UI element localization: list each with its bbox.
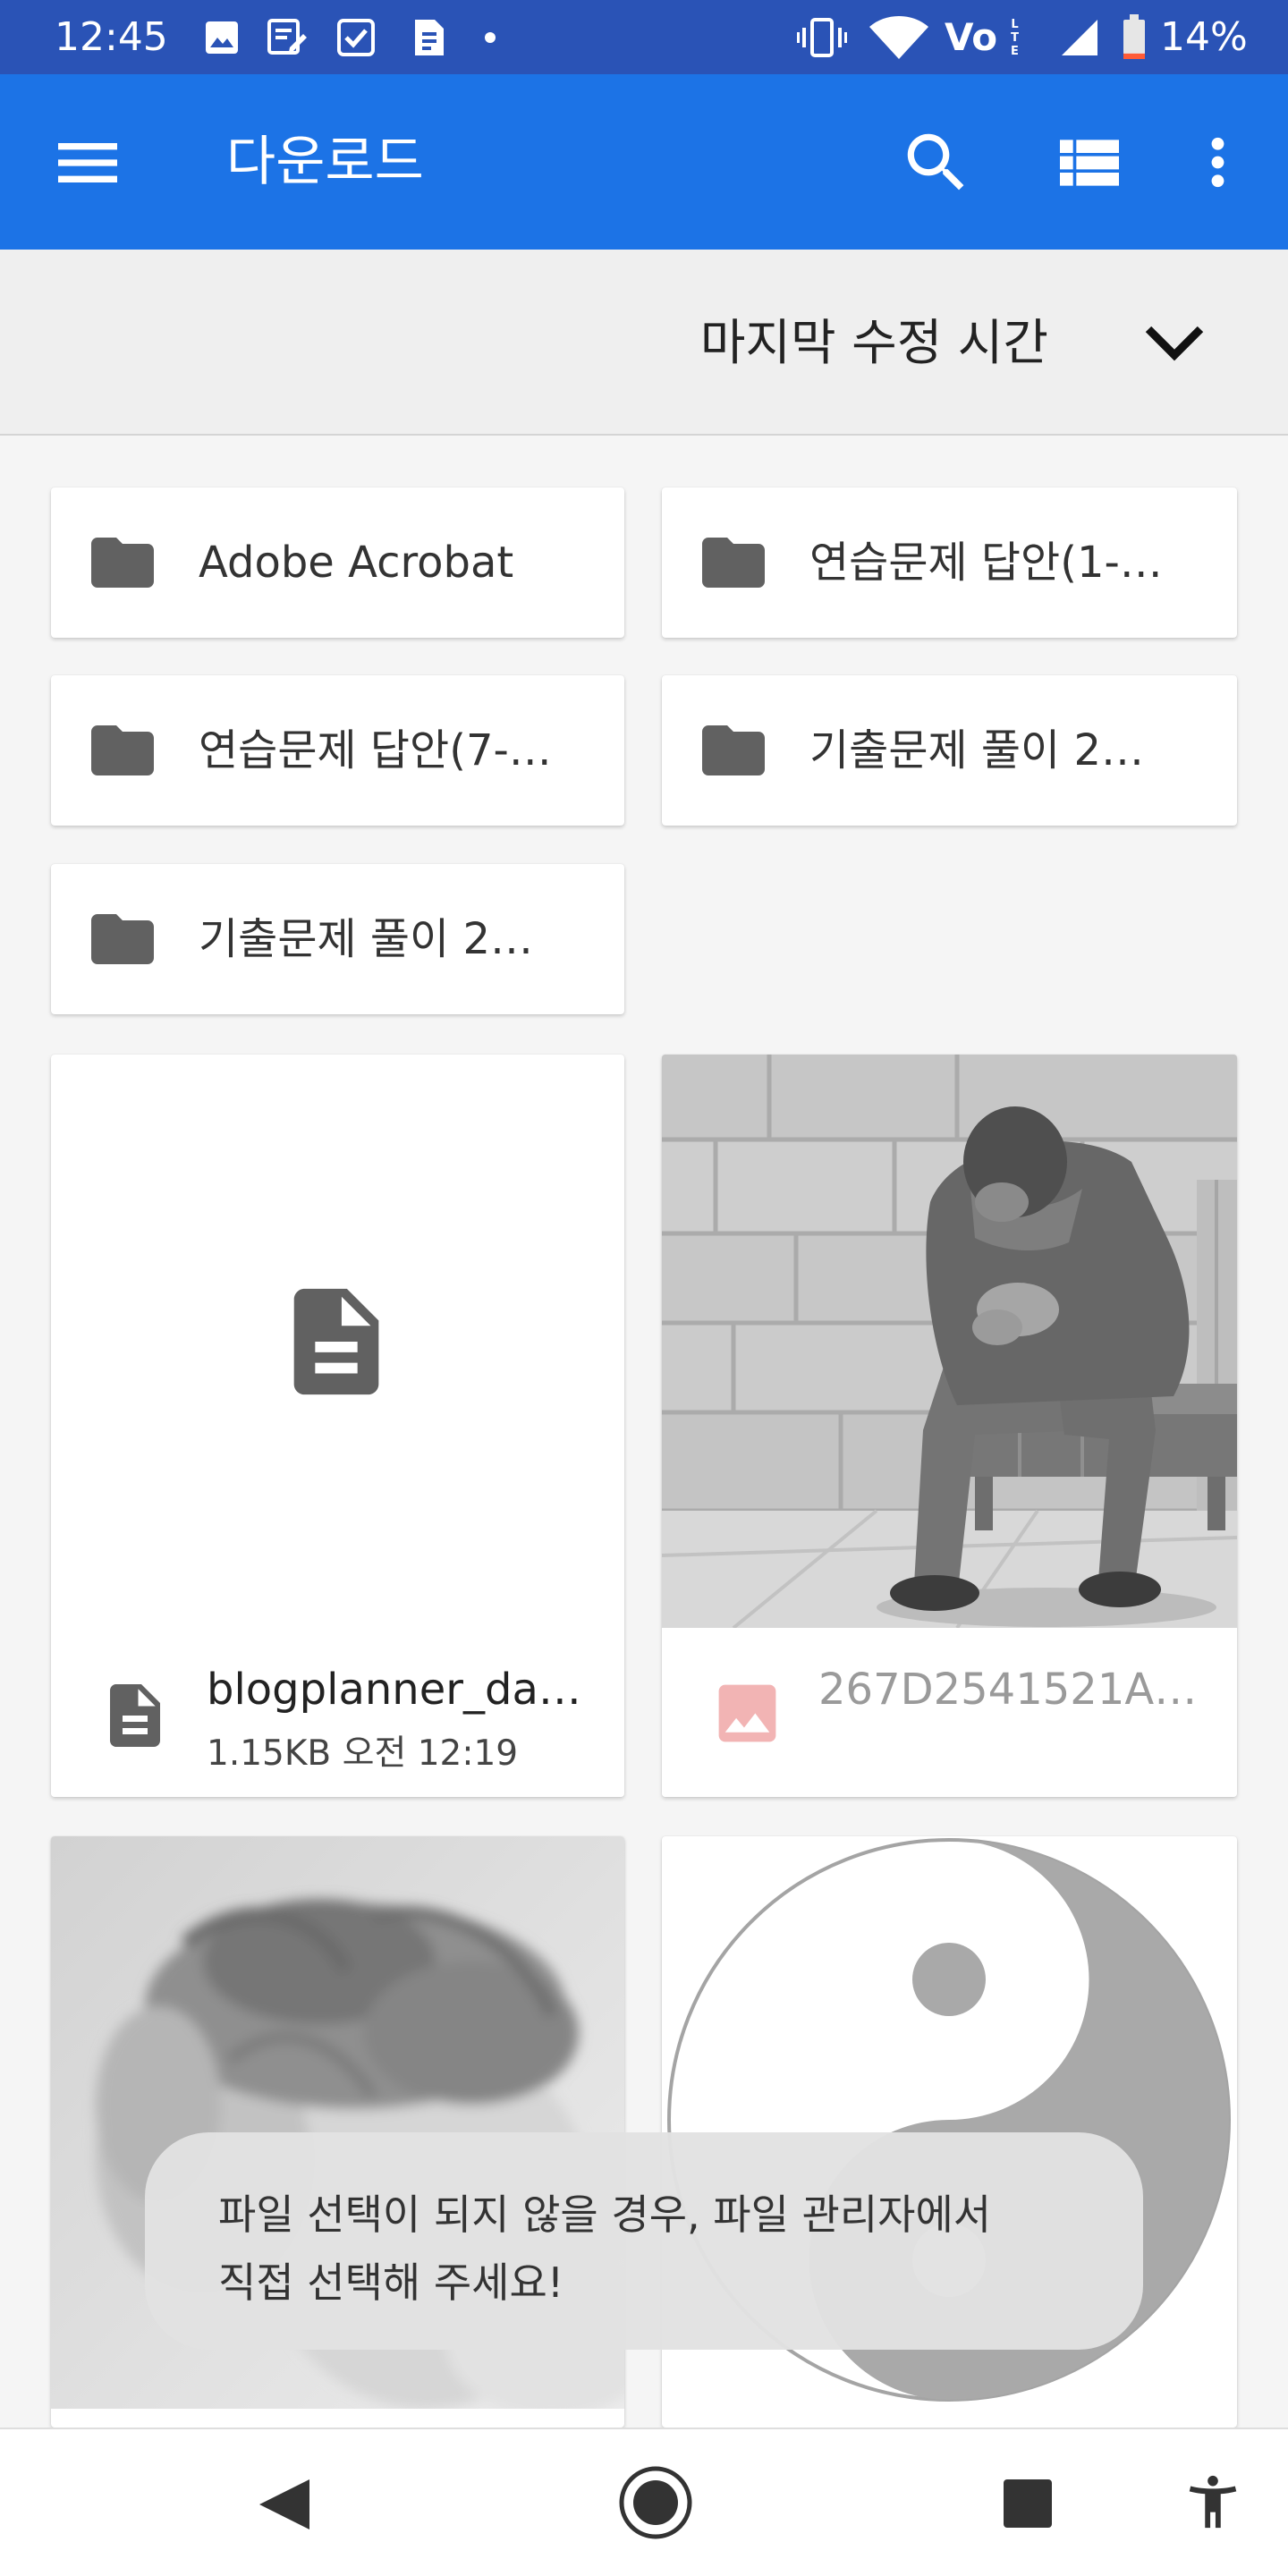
list-view-icon[interactable] [1050, 123, 1129, 202]
thumbnail-man-on-bench [662, 1055, 1237, 1628]
checkbox-icon [337, 19, 375, 56]
folder-card[interactable]: 연습문제 답안(7-… [51, 675, 624, 826]
toast-line: 파일 선택이 되지 않을 경우, 파일 관리자에서 [218, 2190, 992, 2239]
more-vert-icon[interactable] [1181, 125, 1255, 199]
folder-name: 연습문제 답안(7-… [199, 725, 552, 775]
folder-name: 기출문제 풀이 2… [809, 725, 1145, 775]
dot-icon [485, 32, 496, 43]
folder-name: 연습문제 답안(1-… [809, 538, 1163, 588]
folder-card[interactable]: 기출문제 풀이 2… [662, 675, 1237, 826]
chevron-down-icon[interactable] [1143, 324, 1206, 363]
folder-icon [91, 538, 154, 588]
folder-card[interactable]: 기출문제 풀이 2… [51, 864, 624, 1014]
battery-percent: 14% [1160, 14, 1248, 60]
folder-name: Adobe Acrobat [199, 538, 514, 588]
battery-icon [1123, 14, 1145, 59]
folder-icon [91, 914, 154, 964]
file-card[interactable]: blogplanner_da… 1.15KB 오전 12:19 [51, 1055, 624, 1797]
toast-line: 직접 선택해 주세요! [218, 2258, 564, 2307]
file-card[interactable]: 267D2541521A… [662, 1055, 1237, 1797]
accessibility-icon[interactable] [1182, 2470, 1244, 2533]
folder-icon [91, 725, 154, 775]
toast-message: 파일 선택이 되지 않을 경우, 파일 관리자에서 직접 선택해 주세요! [145, 2132, 1143, 2350]
file-name: 267D2541521A… [818, 1665, 1198, 1715]
menu-icon[interactable] [48, 123, 127, 202]
navigation-bar [0, 2428, 1288, 2576]
network-type-label: Vo [945, 15, 998, 59]
folder-card[interactable]: 연습문제 답안(1-… [662, 487, 1237, 638]
network-sub-label: LTE [1008, 18, 1021, 58]
document-type-icon [110, 1684, 160, 1747]
wifi-icon [869, 16, 928, 59]
search-icon[interactable] [898, 124, 975, 201]
image-type-icon [718, 1684, 776, 1742]
battery-level-fill [1123, 53, 1145, 59]
status-time: 12:45 [55, 14, 168, 60]
folder-icon [702, 538, 765, 588]
signal-icon [1062, 20, 1097, 55]
file-meta: 1.15KB 오전 12:19 [207, 1733, 519, 1774]
vibrate-icon [797, 18, 847, 57]
folder-name: 기출문제 풀이 2… [199, 914, 534, 964]
back-icon[interactable] [256, 2478, 313, 2531]
sim-icon [415, 20, 444, 55]
folder-icon [702, 725, 765, 775]
note-icon [267, 19, 307, 55]
file-name: blogplanner_da… [207, 1665, 581, 1715]
recents-icon[interactable] [1002, 2478, 1054, 2529]
document-icon [293, 1288, 379, 1395]
folder-card[interactable]: Adobe Acrobat [51, 487, 624, 638]
home-icon[interactable] [617, 2464, 694, 2541]
image-icon [206, 21, 238, 54]
page-title: 다운로드 [226, 131, 424, 193]
sort-label[interactable]: 마지막 수정 시간 [537, 250, 1048, 436]
